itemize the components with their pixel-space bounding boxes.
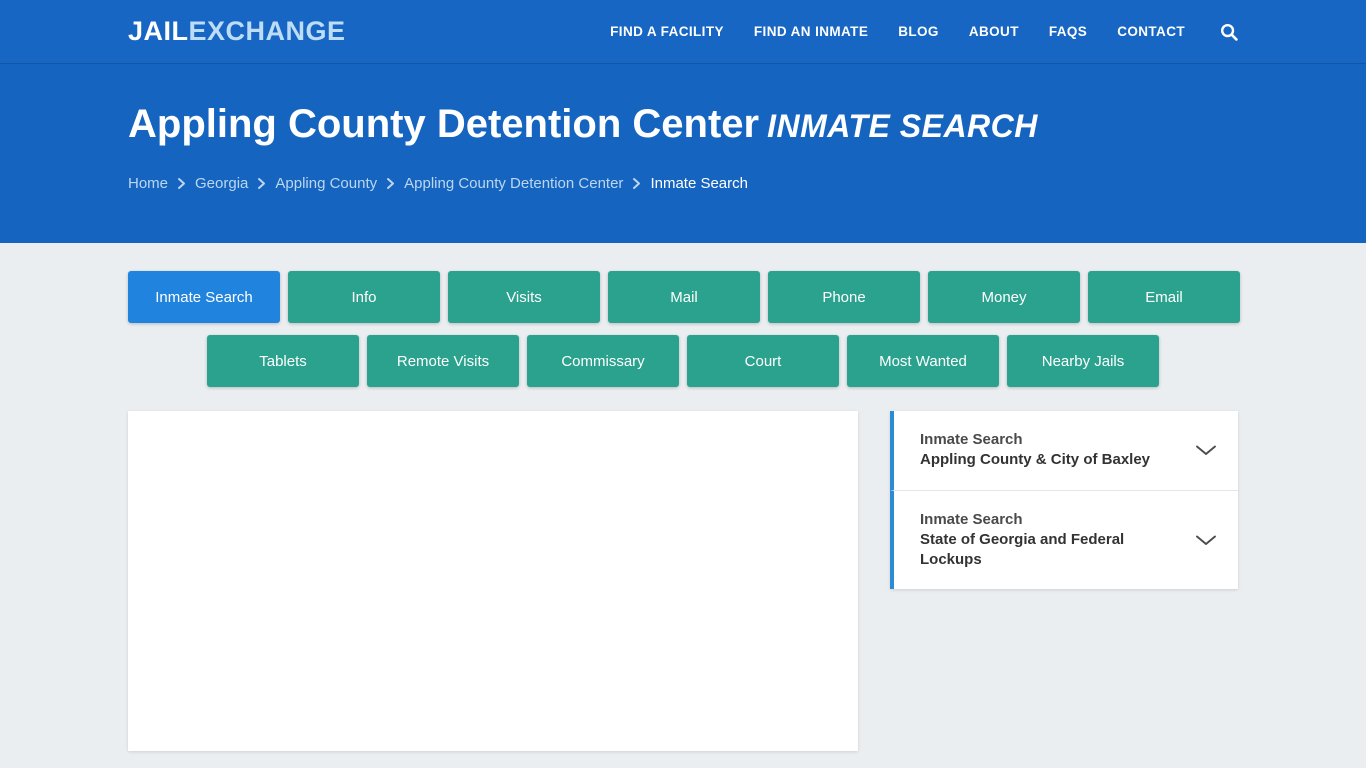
page-title-facility: Appling County Detention Center xyxy=(128,102,760,146)
breadcrumb-separator-icon xyxy=(177,177,186,190)
page-title: Appling County Detention Center INMATE SE… xyxy=(128,102,1238,146)
accordion-item-county-search[interactable]: Inmate Search Appling County & City of B… xyxy=(890,411,1238,491)
nav-find-an-inmate[interactable]: FIND AN INMATE xyxy=(739,24,883,39)
tab-remote-visits[interactable]: Remote Visits xyxy=(367,335,519,387)
breadcrumb: Home Georgia Appling County Appling Coun… xyxy=(128,175,1238,192)
inmate-search-accordion: Inmate Search Appling County & City of B… xyxy=(890,411,1238,590)
tab-most-wanted[interactable]: Most Wanted xyxy=(847,335,999,387)
page-content: Inmate Search Appling County & City of B… xyxy=(0,399,1366,751)
logo-text-secondary: EXCHANGE xyxy=(188,16,346,46)
header-inner: JAILEXCHANGE FIND A FACILITY FIND AN INM… xyxy=(0,16,1366,47)
tab-mail[interactable]: Mail xyxy=(608,271,760,323)
sidebar: Inmate Search Appling County & City of B… xyxy=(890,411,1238,590)
nav-about[interactable]: ABOUT xyxy=(954,24,1034,39)
breadcrumb-item-county[interactable]: Appling County xyxy=(275,175,377,192)
page-hero: Appling County Detention Center INMATE SE… xyxy=(0,64,1366,243)
tab-nearby-jails[interactable]: Nearby Jails xyxy=(1007,335,1159,387)
breadcrumb-separator-icon xyxy=(386,177,395,190)
nav-blog[interactable]: BLOG xyxy=(883,24,954,39)
nav-contact[interactable]: CONTACT xyxy=(1102,24,1200,39)
breadcrumb-item-home[interactable]: Home xyxy=(128,175,168,192)
tab-tablets[interactable]: Tablets xyxy=(207,335,359,387)
tab-money[interactable]: Money xyxy=(928,271,1080,323)
main-content-panel xyxy=(128,411,858,751)
page-title-section: INMATE SEARCH xyxy=(767,108,1038,144)
accordion-subtitle: State of Georgia and Federal Lockups xyxy=(920,530,1125,568)
breadcrumb-separator-icon xyxy=(632,177,641,190)
tab-row-primary: Inmate Search Info Visits Mail Phone Mon… xyxy=(128,271,1240,323)
search-button[interactable] xyxy=(1200,23,1238,41)
tab-row-secondary: Tablets Remote Visits Commissary Court M… xyxy=(128,335,1238,387)
tab-phone[interactable]: Phone xyxy=(768,271,920,323)
accordion-item-text: Inmate Search State of Georgia and Feder… xyxy=(920,510,1182,571)
accordion-item-text: Inmate Search Appling County & City of B… xyxy=(920,430,1150,471)
primary-navigation: FIND A FACILITY FIND AN INMATE BLOG ABOU… xyxy=(595,23,1238,41)
breadcrumb-item-facility[interactable]: Appling County Detention Center xyxy=(404,175,623,192)
accordion-title: Inmate Search xyxy=(920,510,1023,528)
nav-find-a-facility[interactable]: FIND A FACILITY xyxy=(595,24,739,39)
tab-email[interactable]: Email xyxy=(1088,271,1240,323)
chevron-down-icon[interactable] xyxy=(1194,443,1218,457)
tab-info[interactable]: Info xyxy=(288,271,440,323)
accordion-item-state-federal-search[interactable]: Inmate Search State of Georgia and Feder… xyxy=(890,490,1238,590)
chevron-down-icon[interactable] xyxy=(1194,533,1218,547)
search-icon xyxy=(1220,23,1238,41)
tab-inmate-search[interactable]: Inmate Search xyxy=(128,271,280,323)
breadcrumb-separator-icon xyxy=(257,177,266,190)
logo-text-primary: JAIL xyxy=(128,16,189,46)
accordion-subtitle: Appling County & City of Baxley xyxy=(920,451,1151,469)
accordion-title: Inmate Search xyxy=(920,431,1023,448)
site-header: JAILEXCHANGE FIND A FACILITY FIND AN INM… xyxy=(0,0,1366,64)
facility-tab-bar: Inmate Search Info Visits Mail Phone Mon… xyxy=(0,243,1366,387)
nav-faqs[interactable]: FAQs xyxy=(1034,24,1102,39)
tab-court[interactable]: Court xyxy=(687,335,839,387)
site-logo[interactable]: JAILEXCHANGE xyxy=(128,16,346,47)
breadcrumb-item-georgia[interactable]: Georgia xyxy=(195,175,248,192)
tab-visits[interactable]: Visits xyxy=(448,271,600,323)
tab-commissary[interactable]: Commissary xyxy=(527,335,679,387)
breadcrumb-item-current: Inmate Search xyxy=(650,175,748,192)
